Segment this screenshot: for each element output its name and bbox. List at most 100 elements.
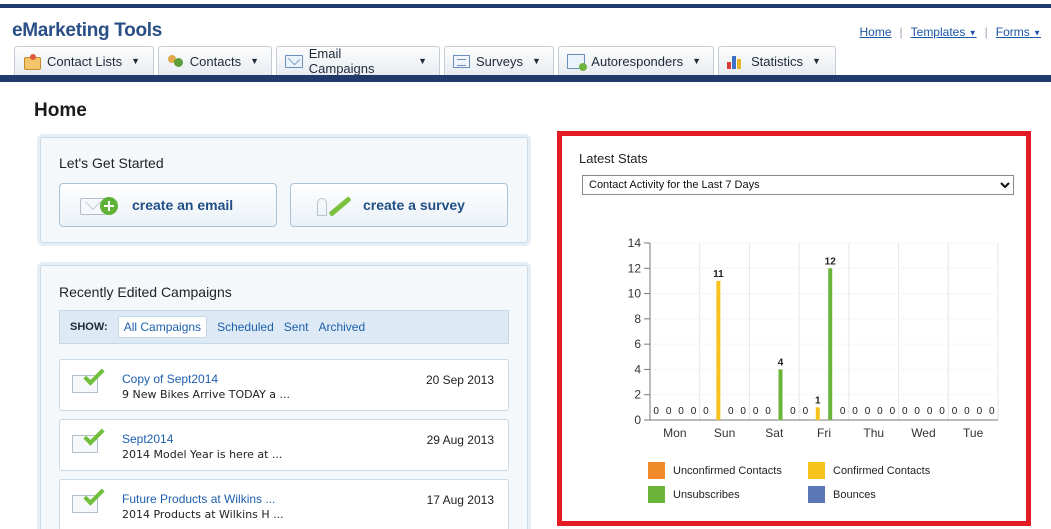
y-tick-label: 8: [634, 312, 641, 326]
legend-swatch: [648, 462, 665, 479]
legend-item: Confirmed Contacts: [808, 462, 930, 479]
legend-label: Unconfirmed Contacts: [673, 464, 782, 477]
legend-swatch: [808, 462, 825, 479]
nav-bar-underline: [0, 75, 1051, 82]
campaign-item[interactable]: Copy of Sept2014 9 New Bikes Arrive TODA…: [59, 359, 509, 411]
page-title: Home: [34, 100, 87, 121]
campaign-subject: 2014 Products at Wilkins H ...: [122, 508, 284, 521]
data-label: 0: [902, 406, 908, 417]
forms-link-label: Forms: [995, 25, 1030, 39]
templates-link[interactable]: Templates ▼: [911, 25, 977, 39]
tab-label: Contact Lists: [47, 53, 123, 69]
forms-link[interactable]: Forms ▼: [996, 25, 1041, 39]
top-links: Home | Templates ▼ | Forms ▼: [860, 25, 1042, 39]
email-campaigns-icon: [285, 54, 303, 68]
data-label: 12: [825, 256, 837, 267]
x-tick-label: Thu: [863, 426, 884, 440]
y-tick-label: 0: [634, 413, 641, 427]
x-tick-label: Wed: [911, 426, 935, 440]
data-label: 0: [927, 406, 933, 417]
filter-archived[interactable]: Archived: [318, 320, 365, 334]
legend-label: Unsubscribes: [673, 488, 740, 501]
home-link[interactable]: Home: [860, 25, 892, 39]
tab-statistics[interactable]: Statistics ▼: [718, 46, 836, 75]
campaign-date: 20 Sep 2013: [425, 373, 494, 387]
x-tick-label: Sun: [714, 426, 735, 440]
y-tick-label: 4: [634, 362, 641, 376]
filter-sent[interactable]: Sent: [284, 320, 309, 334]
data-label: 0: [840, 406, 846, 417]
bar: [828, 268, 833, 420]
bar: [778, 369, 783, 420]
data-label: 0: [740, 406, 746, 417]
legend-item: Bounces: [808, 486, 876, 503]
campaign-name[interactable]: Copy of Sept2014: [122, 372, 218, 386]
campaign-subject: 2014 Model Year is here at ...: [122, 448, 283, 461]
data-label: 0: [703, 406, 709, 417]
statistics-icon: [727, 54, 745, 69]
chevron-down-icon: ▼: [968, 28, 977, 38]
get-started-panel: Let's Get Started create an email create…: [40, 137, 528, 243]
create-email-button[interactable]: create an email: [59, 183, 277, 227]
x-tick-label: Mon: [663, 426, 686, 440]
data-label: 0: [790, 406, 796, 417]
latest-stats-panel: Latest Stats Contact Activity for the La…: [557, 131, 1031, 526]
tab-label: Contacts: [189, 53, 242, 69]
campaign-date: 29 Aug 2013: [426, 433, 494, 447]
contact-lists-icon: [23, 53, 41, 70]
data-label: 0: [728, 406, 734, 417]
data-label: 11: [713, 269, 724, 280]
data-label: 0: [939, 406, 945, 417]
y-tick-label: 14: [628, 236, 642, 250]
data-label: 0: [803, 406, 809, 417]
filter-scheduled[interactable]: Scheduled: [217, 320, 274, 334]
data-label: 0: [890, 406, 896, 417]
create-survey-button[interactable]: create a survey: [290, 183, 508, 227]
campaign-name[interactable]: Sept2014: [122, 432, 173, 446]
create-email-label: create an email: [132, 197, 234, 213]
data-label: 0: [977, 406, 983, 417]
separator: |: [899, 25, 903, 39]
tab-contacts[interactable]: Contacts ▼: [158, 46, 272, 75]
contact-activity-chart: 02468101214Mon0 0 0 0Sun0110 0Sat0 040Fri0112…: [628, 236, 999, 440]
data-label: 0: [765, 406, 771, 417]
legend-item: Unconfirmed Contacts: [648, 462, 782, 479]
get-started-heading: Let's Get Started: [59, 155, 164, 171]
chevron-down-icon: ▼: [1033, 28, 1041, 38]
campaign-item[interactable]: Sept2014 2014 Model Year is here at ... …: [59, 419, 509, 471]
tab-label: Statistics: [751, 53, 804, 69]
data-label: 0: [952, 406, 958, 417]
tab-surveys[interactable]: Surveys ▼: [444, 46, 554, 75]
templates-link-label: Templates: [910, 25, 966, 39]
y-tick-label: 6: [634, 337, 641, 351]
app-title: eMarketing Tools: [12, 20, 163, 41]
legend-swatch: [648, 486, 665, 503]
data-label: 0: [753, 406, 759, 417]
tab-label: Email Campaigns: [308, 46, 375, 76]
surveys-icon: [453, 54, 470, 68]
legend-item: Unsubscribes: [648, 486, 740, 503]
recent-campaigns-heading: Recently Edited Campaigns: [59, 284, 232, 300]
chevron-down-icon: ▼: [418, 56, 427, 66]
chevron-down-icon: ▼: [812, 56, 821, 66]
filter-all-campaigns[interactable]: All Campaigns: [117, 316, 208, 338]
data-label: 1: [815, 395, 821, 406]
tab-email-campaigns[interactable]: Email Campaigns ▼: [276, 46, 440, 76]
app-window: eMarketing Tools Home | Templates ▼ | Fo…: [0, 0, 1051, 529]
autoresponders-icon: [567, 53, 588, 71]
create-survey-label: create a survey: [363, 197, 465, 213]
y-tick-label: 12: [628, 261, 642, 275]
chevron-down-icon: ▼: [131, 56, 141, 66]
campaign-item[interactable]: Future Products at Wilkins ... 2014 Prod…: [59, 479, 509, 529]
data-label: 0: [666, 406, 672, 417]
data-label: 0: [877, 406, 883, 417]
campaign-name[interactable]: Future Products at Wilkins ...: [122, 492, 275, 506]
campaign-date: 17 Aug 2013: [426, 493, 494, 507]
tab-label: Autoresponders: [591, 53, 684, 69]
x-tick-label: Fri: [817, 426, 831, 440]
tab-contact-lists[interactable]: Contact Lists ▼: [14, 46, 154, 75]
recent-campaigns-panel: Recently Edited Campaigns SHOW: All Camp…: [40, 265, 528, 529]
chevron-down-icon: ▼: [531, 56, 541, 66]
tab-autoresponders[interactable]: Autoresponders ▼: [558, 46, 714, 75]
legend-label: Bounces: [833, 488, 876, 501]
